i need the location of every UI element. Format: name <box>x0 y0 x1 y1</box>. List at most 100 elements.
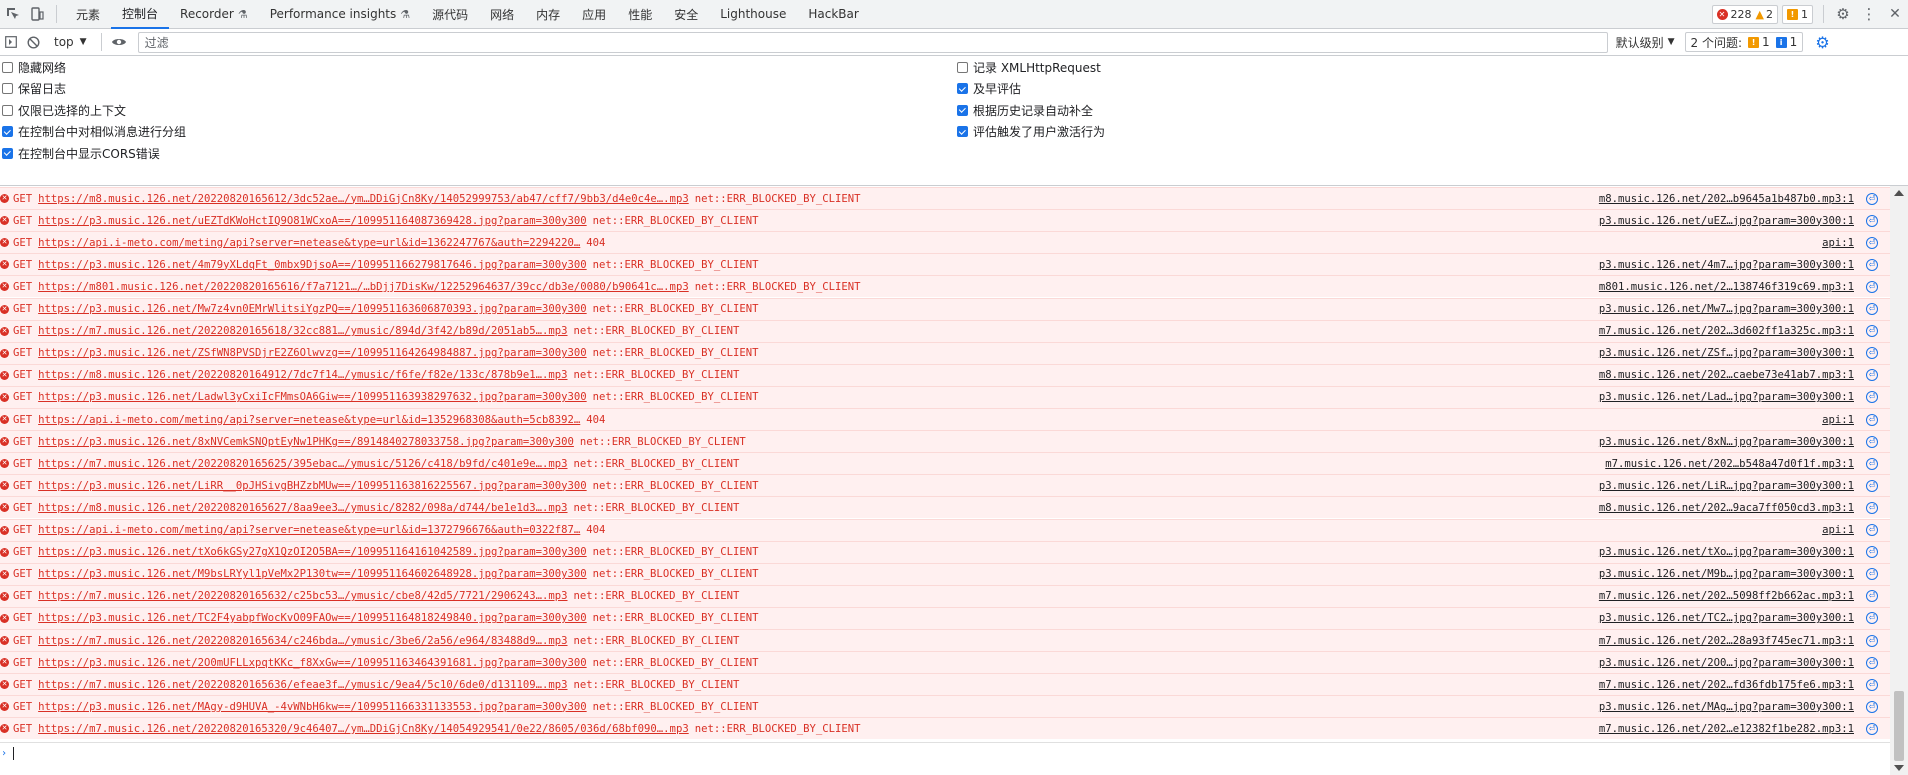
source-link[interactable]: m7.music.126.net/202…e12382f1be282.mp3:1 <box>1599 723 1854 735</box>
request-url-link[interactable]: https://m8.music.126.net/20220820164912/… <box>38 369 567 381</box>
setting-right-3[interactable]: 评估触发了用户激活行为 <box>957 122 1105 142</box>
request-url-link[interactable]: https://api.i-meto.com/meting/api?server… <box>38 237 580 249</box>
network-request-icon[interactable]: ⏎ <box>1866 479 1878 492</box>
network-request-icon[interactable]: ⏎ <box>1866 568 1878 581</box>
source-link[interactable]: p3.music.126.net/2O0…jpg?param=300y300:1 <box>1599 657 1854 669</box>
tab-8[interactable]: 性能 <box>617 0 663 29</box>
network-request-icon[interactable]: ⏎ <box>1866 236 1878 249</box>
inspect-element-icon[interactable] <box>2 3 24 25</box>
source-link[interactable]: p3.music.126.net/MAg…jpg?param=300y300:1 <box>1599 701 1854 713</box>
source-link[interactable]: m7.music.126.net/202…3d602ff1a325c.mp3:1 <box>1599 325 1854 337</box>
source-link[interactable]: p3.music.126.net/LiR…jpg?param=300y300:1 <box>1599 480 1854 492</box>
console-settings-gear-icon[interactable]: ⚙ <box>1815 33 1829 52</box>
request-url-link[interactable]: https://p3.music.126.net/2O0mUFLLxpqtKKc… <box>38 657 587 669</box>
source-link[interactable]: p3.music.126.net/tXo…jpg?param=300y300:1 <box>1599 546 1854 558</box>
source-link[interactable]: m8.music.126.net/202…9aca7ff050cd3.mp3:1 <box>1599 502 1854 514</box>
network-request-icon[interactable]: ⏎ <box>1866 612 1878 625</box>
network-request-icon[interactable]: ⏎ <box>1866 700 1878 713</box>
tab-5[interactable]: 网络 <box>479 0 525 29</box>
source-link[interactable]: m7.music.126.net/202…b548a47d0f1f.mp3:1 <box>1605 458 1854 470</box>
request-url-link[interactable]: https://m8.music.126.net/20220820165627/… <box>38 502 567 514</box>
network-request-icon[interactable]: ⏎ <box>1866 722 1878 735</box>
tab-9[interactable]: 安全 <box>663 0 709 29</box>
source-link[interactable]: m8.music.126.net/202…caebe73e41ab7.mp3:1 <box>1599 369 1854 381</box>
live-expression-eye-icon[interactable] <box>108 31 130 53</box>
checkbox[interactable] <box>957 61 968 73</box>
context-selector[interactable]: top ▼ <box>50 32 91 52</box>
request-url-link[interactable]: https://p3.music.126.net/tXo6kGSy27gX1Qz… <box>38 546 587 558</box>
network-request-icon[interactable]: ⏎ <box>1866 347 1878 360</box>
setting-right-0[interactable]: 记录 XMLHttpRequest <box>957 57 1101 77</box>
tab-11[interactable]: HackBar <box>797 0 869 29</box>
source-link[interactable]: m7.music.126.net/202…fd36fdb175fe6.mp3:1 <box>1599 679 1854 691</box>
tab-7[interactable]: 应用 <box>571 0 617 29</box>
network-request-icon[interactable]: ⏎ <box>1866 634 1878 647</box>
network-request-icon[interactable]: ⏎ <box>1866 501 1878 514</box>
network-request-icon[interactable]: ⏎ <box>1866 280 1878 293</box>
source-link[interactable]: p3.music.126.net/M9b…jpg?param=300y300:1 <box>1599 568 1854 580</box>
scrollbar-thumb[interactable] <box>1894 691 1904 761</box>
request-url-link[interactable]: https://m7.music.126.net/20220820165320/… <box>38 723 689 735</box>
clear-console-icon[interactable] <box>22 31 44 53</box>
checkbox[interactable] <box>2 104 13 116</box>
request-url-link[interactable]: https://m7.music.126.net/20220820165625/… <box>38 458 567 470</box>
request-url-link[interactable]: https://api.i-meto.com/meting/api?server… <box>38 414 580 426</box>
network-request-icon[interactable]: ⏎ <box>1866 524 1878 536</box>
error-warning-counter[interactable]: ✕ 228 ▲ 2 <box>1711 4 1778 24</box>
console-prompt[interactable]: › <box>0 742 1890 764</box>
request-url-link[interactable]: https://m8.music.126.net/20220820165612/… <box>38 193 689 205</box>
tab-4[interactable]: 源代码 <box>421 0 479 29</box>
log-levels-dropdown[interactable]: 默认级别 ▼ <box>1616 32 1675 52</box>
request-url-link[interactable]: https://p3.music.126.net/M9bsLRYyl1pVeMx… <box>38 568 587 580</box>
source-link[interactable]: m7.music.126.net/202…5098ff2b662ac.mp3:1 <box>1599 590 1854 602</box>
network-request-icon[interactable]: ⏎ <box>1866 678 1878 691</box>
setting-left-1[interactable]: 保留日志 <box>2 79 66 99</box>
request-url-link[interactable]: https://p3.music.126.net/Ladwl3yCxiIcFMm… <box>38 391 587 403</box>
network-request-icon[interactable]: ⏎ <box>1866 258 1878 271</box>
network-request-icon[interactable]: ⏎ <box>1866 590 1878 603</box>
source-link[interactable]: api:1 <box>1822 524 1854 536</box>
request-url-link[interactable]: https://p3.music.126.net/TC2F4yabpfWocKv… <box>38 612 587 624</box>
request-url-link[interactable]: https://p3.music.126.net/ZSfWN8PVSDjrE2Z… <box>38 347 587 359</box>
tab-1[interactable]: 控制台 <box>111 0 170 29</box>
scroll-up-arrow-icon[interactable] <box>1894 190 1904 196</box>
network-request-icon[interactable]: ⏎ <box>1866 457 1878 470</box>
network-request-icon[interactable]: ⏎ <box>1866 192 1878 205</box>
source-link[interactable]: p3.music.126.net/4m7…jpg?param=300y300:1 <box>1599 259 1854 271</box>
tab-6[interactable]: 内存 <box>525 0 571 29</box>
setting-left-3[interactable]: 在控制台中对相似消息进行分组 <box>2 122 186 142</box>
request-url-link[interactable]: https://m7.music.126.net/20220820165634/… <box>38 635 567 647</box>
device-toolbar-icon[interactable] <box>26 3 48 25</box>
request-url-link[interactable]: https://p3.music.126.net/Mw7z4vn0EMrWlit… <box>38 303 587 315</box>
filter-input[interactable]: 过滤 <box>137 31 1608 53</box>
source-link[interactable]: p3.music.126.net/Lad…jpg?param=300y300:1 <box>1599 391 1854 403</box>
checkbox[interactable] <box>2 147 13 159</box>
setting-left-2[interactable]: 仅限已选择的上下文 <box>2 100 126 120</box>
setting-left-0[interactable]: 隐藏网络 <box>2 57 66 77</box>
tab-10[interactable]: Lighthouse <box>709 0 797 29</box>
request-url-link[interactable]: https://m7.music.126.net/20220820165632/… <box>38 590 567 602</box>
close-icon[interactable]: ✕ <box>1882 1 1908 27</box>
source-link[interactable]: m801.music.126.net/2…138746f319c69.mp3:1 <box>1599 281 1854 293</box>
checkbox[interactable] <box>2 83 13 94</box>
source-link[interactable]: p3.music.126.net/Mw7…jpg?param=300y300:1 <box>1599 303 1854 315</box>
tab-3[interactable]: Performance insights ⚗ <box>259 0 421 29</box>
checkbox[interactable] <box>957 104 968 116</box>
settings-gear-icon[interactable]: ⚙ <box>1830 1 1856 27</box>
source-link[interactable]: api:1 <box>1822 237 1854 249</box>
setting-right-2[interactable]: 根据历史记录自动补全 <box>957 100 1093 120</box>
more-options-icon[interactable]: ⋮ <box>1856 1 1882 27</box>
network-request-icon[interactable]: ⏎ <box>1866 656 1878 669</box>
request-url-link[interactable]: https://p3.music.126.net/4m79yXLdqFt_0mb… <box>38 259 587 271</box>
network-request-icon[interactable]: ⏎ <box>1866 435 1878 448</box>
checkbox[interactable] <box>2 61 13 73</box>
source-link[interactable]: api:1 <box>1822 414 1854 426</box>
source-link[interactable]: p3.music.126.net/TC2…jpg?param=300y300:1 <box>1599 612 1854 624</box>
source-link[interactable]: p3.music.126.net/ZSf…jpg?param=300y300:1 <box>1599 347 1854 359</box>
checkbox[interactable] <box>957 126 968 137</box>
network-request-icon[interactable]: ⏎ <box>1866 413 1878 426</box>
tab-0[interactable]: 元素 <box>65 0 111 29</box>
tab-2[interactable]: Recorder ⚗ <box>169 0 259 29</box>
request-url-link[interactable]: https://api.i-meto.com/meting/api?server… <box>38 524 580 536</box>
request-url-link[interactable]: https://p3.music.126.net/8xNVCemkSNQptEy… <box>38 436 574 448</box>
